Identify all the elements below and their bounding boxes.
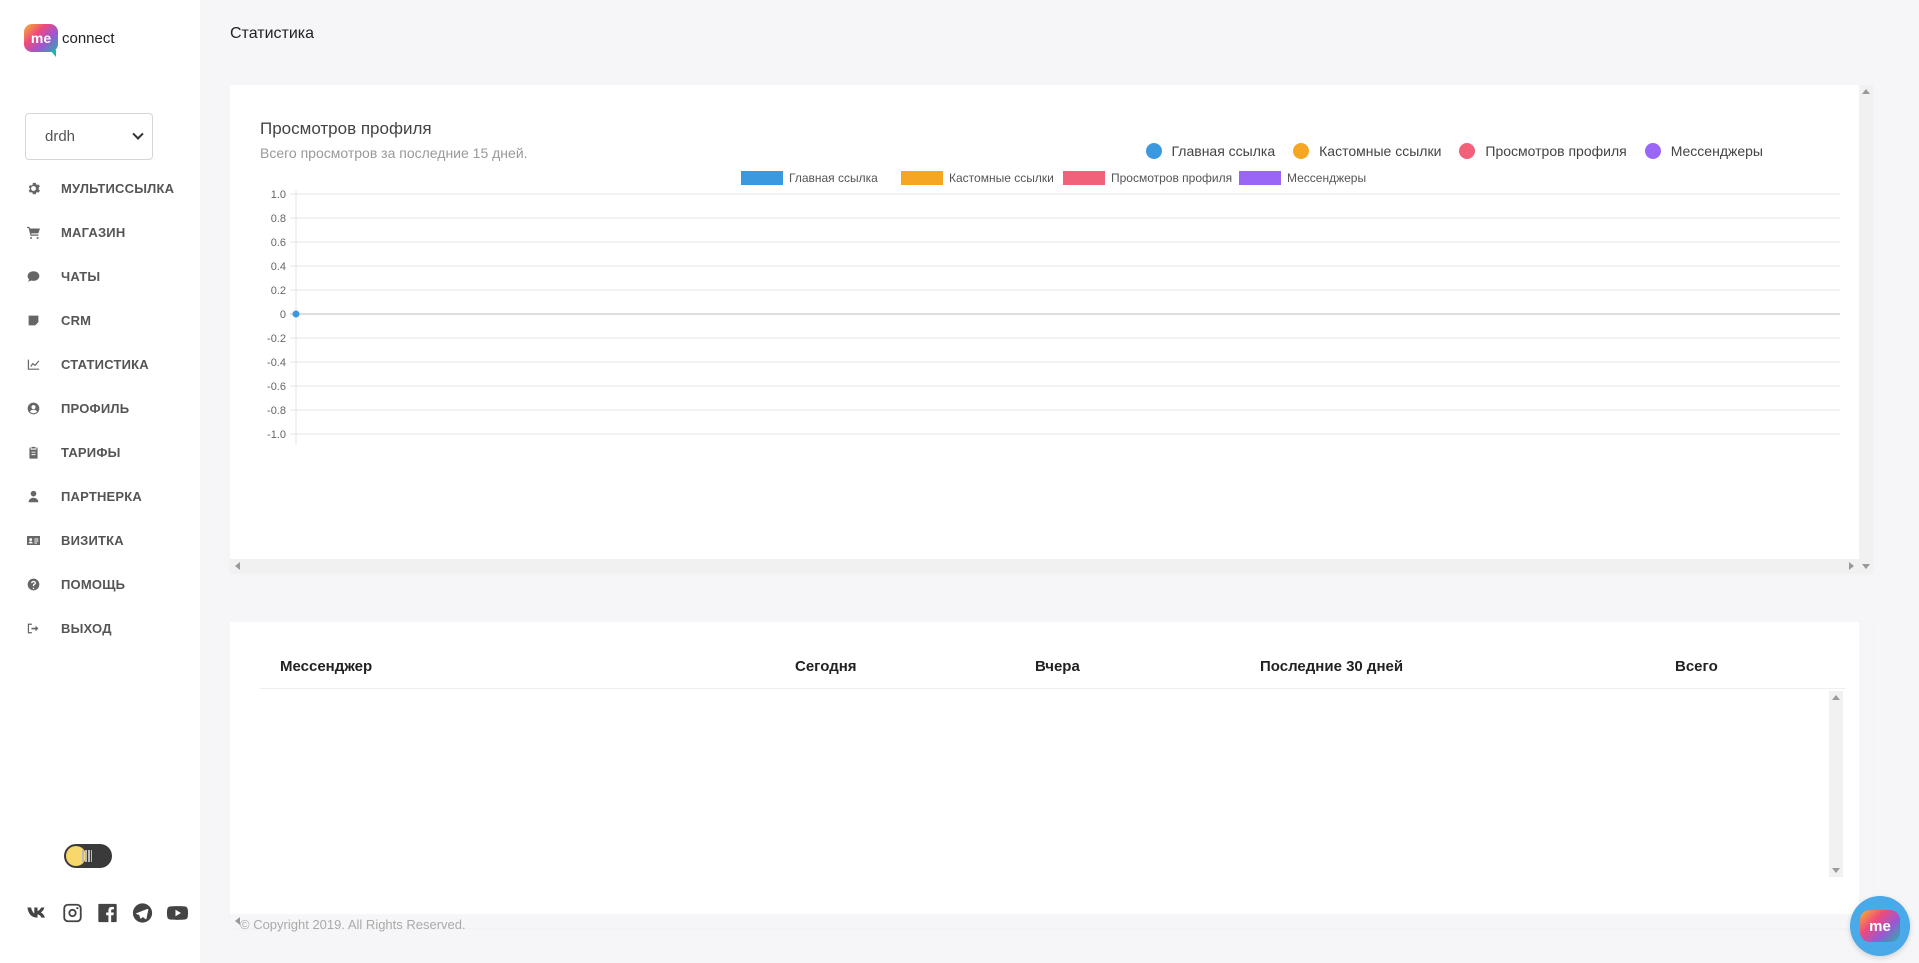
y-tick-label: 0.6: [271, 237, 286, 249]
account-select-value: drdh: [45, 128, 76, 145]
sign-out-icon: [26, 621, 40, 635]
scroll-up-arrow[interactable]: [1832, 695, 1840, 700]
scroll-down-arrow[interactable]: [1832, 868, 1840, 873]
chat-icon: [26, 269, 40, 283]
logo-mark: me: [24, 24, 58, 57]
legend-series-label: Мессенджеры: [1287, 171, 1366, 185]
vk-icon[interactable]: [25, 902, 49, 924]
column-header-total[interactable]: Всего: [1675, 658, 1718, 675]
logo-me-text: me: [30, 30, 52, 46]
table-vertical-scrollbar[interactable]: [1829, 691, 1843, 877]
table-header: Мессенджер Сегодня Вчера Последние 30 дн…: [260, 650, 1845, 689]
y-tick-label: 0: [280, 309, 286, 321]
id-card-icon: [26, 533, 40, 547]
sidebar-item-crm[interactable]: CRM: [0, 298, 200, 342]
sidebar: me connect drdh МУЛЬТИССЫЛКА МАГАЗИН ЧАТ…: [0, 0, 200, 963]
gear-icon: [26, 181, 40, 195]
youtube-icon[interactable]: [165, 902, 189, 924]
data-point: [292, 310, 300, 318]
y-tick-label: 1.0: [271, 189, 286, 201]
legend-swatch: [1063, 171, 1105, 185]
column-header-last-30-days[interactable]: Последние 30 дней: [1260, 658, 1403, 675]
legend-swatch: [741, 171, 783, 185]
stats-chart-card: Просмотров профиля Всего просмотров за п…: [230, 85, 1873, 573]
sidebar-item-label: ПОМОЩЬ: [61, 576, 126, 592]
logo[interactable]: me connect: [24, 24, 115, 57]
y-tick-label: 0.2: [271, 285, 286, 297]
sidebar-item-statistics[interactable]: СТАТИСТИКА: [0, 342, 200, 386]
line-chart: 1.0 0.8 0.6 0.4 0.2 0 -0.2 -0.4 -0.6 -0.8 -1.0 Глав…: [267, 171, 1840, 444]
sidebar-item-label: CRM: [61, 312, 92, 328]
sidebar-item-tariffs[interactable]: ТАРИФЫ: [0, 430, 200, 474]
scroll-right-arrow[interactable]: [1849, 562, 1854, 570]
messenger-stats-card: Мессенджер Сегодня Вчера Последние 30 дн…: [230, 622, 1873, 928]
sidebar-item-label: ПРОФИЛЬ: [61, 400, 130, 416]
account-select[interactable]: drdh: [25, 113, 153, 160]
page-title: Статистика: [230, 25, 315, 42]
column-header-yesterday[interactable]: Вчера: [1035, 658, 1080, 675]
chart-line-icon: [26, 357, 40, 371]
logo-text: connect: [62, 29, 115, 47]
chart-horizontal-scrollbar[interactable]: [230, 559, 1859, 573]
user-circle-icon: [26, 401, 40, 415]
chart-vertical-scrollbar[interactable]: [1859, 85, 1873, 573]
card-vertical-scrollbar[interactable]: [1859, 622, 1873, 928]
y-tick-label: -0.4: [267, 357, 286, 369]
legend-series-label: Главная ссылка: [789, 171, 878, 185]
social-links: [25, 902, 189, 924]
sidebar-item-label: ВИЗИТКА: [61, 532, 124, 548]
sidebar-item-label: ТАРИФЫ: [61, 444, 121, 460]
sidebar-item-label: ВЫХОД: [61, 620, 112, 636]
sidebar-item-card[interactable]: ВИЗИТКА: [0, 518, 200, 562]
sidebar-item-label: МУЛЬТИССЫЛКА: [61, 180, 175, 196]
sidebar-item-label: СТАТИСТИКА: [61, 356, 149, 372]
sidebar-item-label: ПАРТНЕРКА: [61, 488, 143, 504]
sidebar-item-chats[interactable]: ЧАТЫ: [0, 254, 200, 298]
column-header-today[interactable]: Сегодня: [795, 658, 857, 675]
card-horizontal-scrollbar[interactable]: [230, 914, 1859, 928]
clipboard-icon: [26, 445, 40, 459]
fab-label: me: [1869, 917, 1891, 935]
note-icon: [26, 313, 40, 327]
sidebar-item-help[interactable]: ПОМОЩЬ: [0, 562, 200, 606]
y-tick-label: -0.8: [267, 405, 286, 417]
scroll-left-arrow[interactable]: [235, 562, 240, 570]
legend-series-label: Просмотров профиля: [1111, 171, 1232, 185]
legend-swatch: [1239, 171, 1281, 185]
cart-icon: [26, 225, 40, 239]
facebook-icon[interactable]: [95, 902, 119, 924]
footer-copyright: © Copyright 2019. All Rights Reserved.: [240, 917, 466, 932]
sidebar-item-label: ЧАТЫ: [61, 268, 101, 284]
sidebar-menu: МУЛЬТИССЫЛКА МАГАЗИН ЧАТЫ CRM СТАТИСТИКА…: [0, 166, 200, 650]
y-tick-label: 0.8: [271, 213, 286, 225]
chat-widget-button[interactable]: me: [1850, 896, 1910, 956]
me-logo-icon: me: [1860, 910, 1900, 942]
sidebar-item-label: МАГАЗИН: [61, 224, 126, 240]
sidebar-item-profile[interactable]: ПРОФИЛЬ: [0, 386, 200, 430]
instagram-icon[interactable]: [60, 902, 84, 924]
scroll-up-arrow[interactable]: [1862, 89, 1870, 94]
y-tick-label: -0.6: [267, 381, 286, 393]
theme-toggle[interactable]: [64, 844, 112, 868]
sidebar-item-shop[interactable]: МАГАЗИН: [0, 210, 200, 254]
user-icon: [26, 489, 40, 503]
legend-swatch: [901, 171, 943, 185]
telegram-icon[interactable]: [130, 902, 154, 924]
question-circle-icon: [26, 577, 40, 591]
toggle-stripes: [82, 850, 92, 862]
y-tick-label: -0.2: [267, 333, 286, 345]
y-tick-label: -1.0: [267, 429, 286, 441]
sidebar-item-multilink[interactable]: МУЛЬТИССЫЛКА: [0, 166, 200, 210]
column-header-messenger[interactable]: Мессенджер: [280, 658, 372, 675]
y-tick-label: 0.4: [271, 261, 286, 273]
scroll-down-arrow[interactable]: [1862, 564, 1870, 569]
sidebar-item-partner[interactable]: ПАРТНЕРКА: [0, 474, 200, 518]
chevron-down-icon: [132, 128, 144, 140]
sidebar-item-logout[interactable]: ВЫХОД: [0, 606, 200, 650]
legend-series-label: Кастомные ссылки: [949, 171, 1054, 185]
